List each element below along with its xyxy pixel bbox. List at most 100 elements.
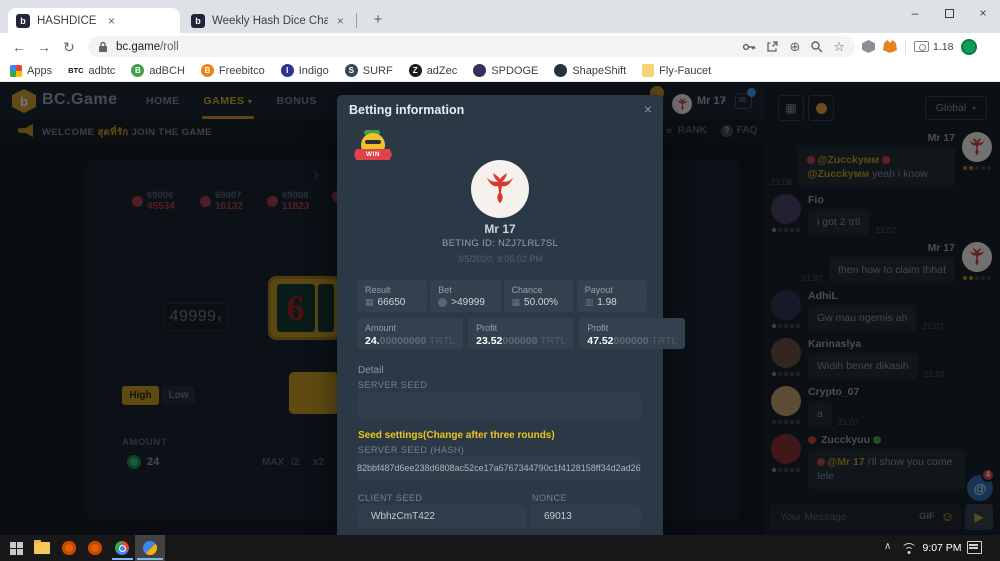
window-controls: – × [898,0,1000,26]
server-seed-label: SERVER SEED [358,380,427,390]
nonce-field[interactable]: 69013 [530,505,641,528]
tab-title: Weekly Hash Dice Challenge - Se [212,15,328,27]
player-name: Mr 17 [337,222,663,236]
close-window-button[interactable]: × [966,0,1000,26]
tab-challenge[interactable]: b Weekly Hash Dice Challenge - Se × [183,8,353,33]
bookmarks-bar: AppsBTCadbtcBadBCHBFreebitcoIIndigoSSURF… [0,60,1000,82]
client-seed-field[interactable]: WbhzCmT422 [357,505,527,528]
share-icon[interactable] [766,40,779,53]
forward-button[interactable]: → [33,36,55,58]
reload-button[interactable]: ↻ [58,36,80,58]
start-button[interactable] [10,542,16,548]
clock[interactable]: 9:07 PM [920,542,964,554]
screenshot-root: b HASHDICE × b Weekly Hash Dice Challeng… [0,0,1000,561]
bookmark-item[interactable]: ShapeShift [554,64,626,77]
metamask-icon[interactable] [883,40,897,53]
detail-link[interactable]: Detail [358,365,384,376]
bookmark-label: adbtc [89,65,116,77]
stat-chance: Chance ▦50.00% [504,280,574,312]
bookmark-favicon: B [201,64,214,77]
server-seed-field[interactable] [357,392,641,419]
bet-stats: Result ▦66650Bet >49999Chance ▦50.00%Pay… [357,280,647,312]
bookmark-item[interactable]: SSURF [345,64,393,77]
bookmark-item[interactable]: BTCadbtc [68,65,115,77]
amount-value: 24.00000000 TRTL [365,335,455,347]
wifi-icon[interactable] [901,543,917,555]
bookmark-label: Fly-Faucet [659,65,711,77]
bookmark-label: Apps [27,65,52,77]
tab-close-icon[interactable]: × [104,14,118,28]
tab-strip: b HASHDICE × b Weekly Hash Dice Challeng… [0,0,1000,33]
bookmark-item[interactable]: I Indigo [281,64,329,77]
amount-value: 23.52000000 TRTL [476,335,566,347]
bookmark-label: adZec [427,65,458,77]
running-indicator [112,558,133,560]
bookmark-favicon [473,64,486,77]
bookmark-favicon: B [131,64,144,77]
extension-cube-icon[interactable] [862,40,875,53]
back-button[interactable]: ← [8,36,30,58]
stat-result: Result ▦66650 [357,280,427,312]
bookmark-favicon: I [281,64,294,77]
bet-amounts: Amount 24.00000000 TRTLProfit 23.5200000… [357,318,647,349]
page-content: b BC.Game HOMEGAMES ▾BONUSAFFILIATEFORUM… [0,82,1000,535]
extensions-area: 1.18 [862,36,977,57]
separator [905,40,906,54]
stat-value: >49999 [438,297,492,308]
amount-value: 47.52000000 TRTL [587,335,677,347]
address-bar[interactable]: bc.game/roll ⊕ ☆ [88,36,855,57]
close-icon[interactable]: × [640,101,656,117]
bookmark-item[interactable]: ZadZec [409,64,458,77]
password-key-icon[interactable] [742,40,756,54]
bookmark-favicon: S [345,64,358,77]
file-explorer-icon[interactable] [34,542,50,554]
bookmark-item[interactable]: Apps [10,65,52,77]
action-center-icon[interactable] [967,541,982,554]
dice-icon: ▦ [365,297,374,308]
windows-taskbar: ∧ 9:07 PM [0,535,1000,561]
active-app-icon[interactable] [143,541,157,555]
server-seed-hash-label: SERVER SEED (HASH) [358,445,464,455]
tab-close-icon[interactable]: × [336,14,345,28]
stat-label: Chance [512,285,566,295]
chrome-taskbar-icon[interactable] [115,541,129,555]
bookmark-favicon [554,64,567,77]
amount-amount: Amount 24.00000000 TRTL [357,318,463,349]
betting-id: BETING ID: NZJ7LRL7SL [337,238,663,249]
add-circle-icon[interactable]: ⊕ [789,40,800,53]
client-seed-label: CLIENT SEED [358,493,422,503]
profile-avatar[interactable] [961,39,977,55]
app-icon-orange-2[interactable] [88,541,102,555]
bookmark-item[interactable]: BadBCH [131,64,184,77]
tab-title: HASHDICE [37,15,96,27]
zoom-icon[interactable] [810,40,823,53]
amount-profit: Profit 47.52000000 TRTL [579,318,685,349]
bookmark-favicon [642,64,654,77]
bookmark-item[interactable]: B Freebitco [201,64,265,77]
restore-button[interactable] [932,0,966,26]
cards-icon: ▥ [585,297,594,308]
stat-label: Payout [585,285,639,295]
bookmark-favicon: Z [409,64,422,77]
bookmark-label: Freebitco [219,65,265,77]
tray-chevron-icon[interactable]: ∧ [884,541,891,552]
bookmark-label: ShapeShift [572,65,626,77]
app-icon-orange-1[interactable] [62,541,76,555]
minimize-button[interactable]: – [898,0,932,26]
bookmark-item[interactable]: SPDOGE [473,64,538,77]
stat-value: ▦50.00% [512,297,566,308]
betting-info-modal: Betting information × WIN Mr 17 BETING I… [337,95,663,535]
amount-label: Amount [365,323,455,333]
bookmark-star-icon[interactable]: ☆ [833,40,845,53]
bookmark-label: Indigo [299,65,329,77]
new-tab-button[interactable]: + [366,8,390,32]
price-ticker-extension[interactable]: 1.18 [914,41,953,53]
server-seed-hash-field[interactable]: 82bbf487d6ee238d6808ac52ce17a6767344790c… [357,457,641,480]
tab-hashdice[interactable]: b HASHDICE × [8,8,180,33]
site-favicon: b [16,14,30,28]
player-avatar[interactable] [471,160,529,218]
win-badge: WIN [354,133,392,165]
url-text: bc.game/roll [116,41,742,53]
bookmark-item[interactable]: Fly-Faucet [642,64,711,77]
stat-payout: Payout ▥1.98 [577,280,647,312]
